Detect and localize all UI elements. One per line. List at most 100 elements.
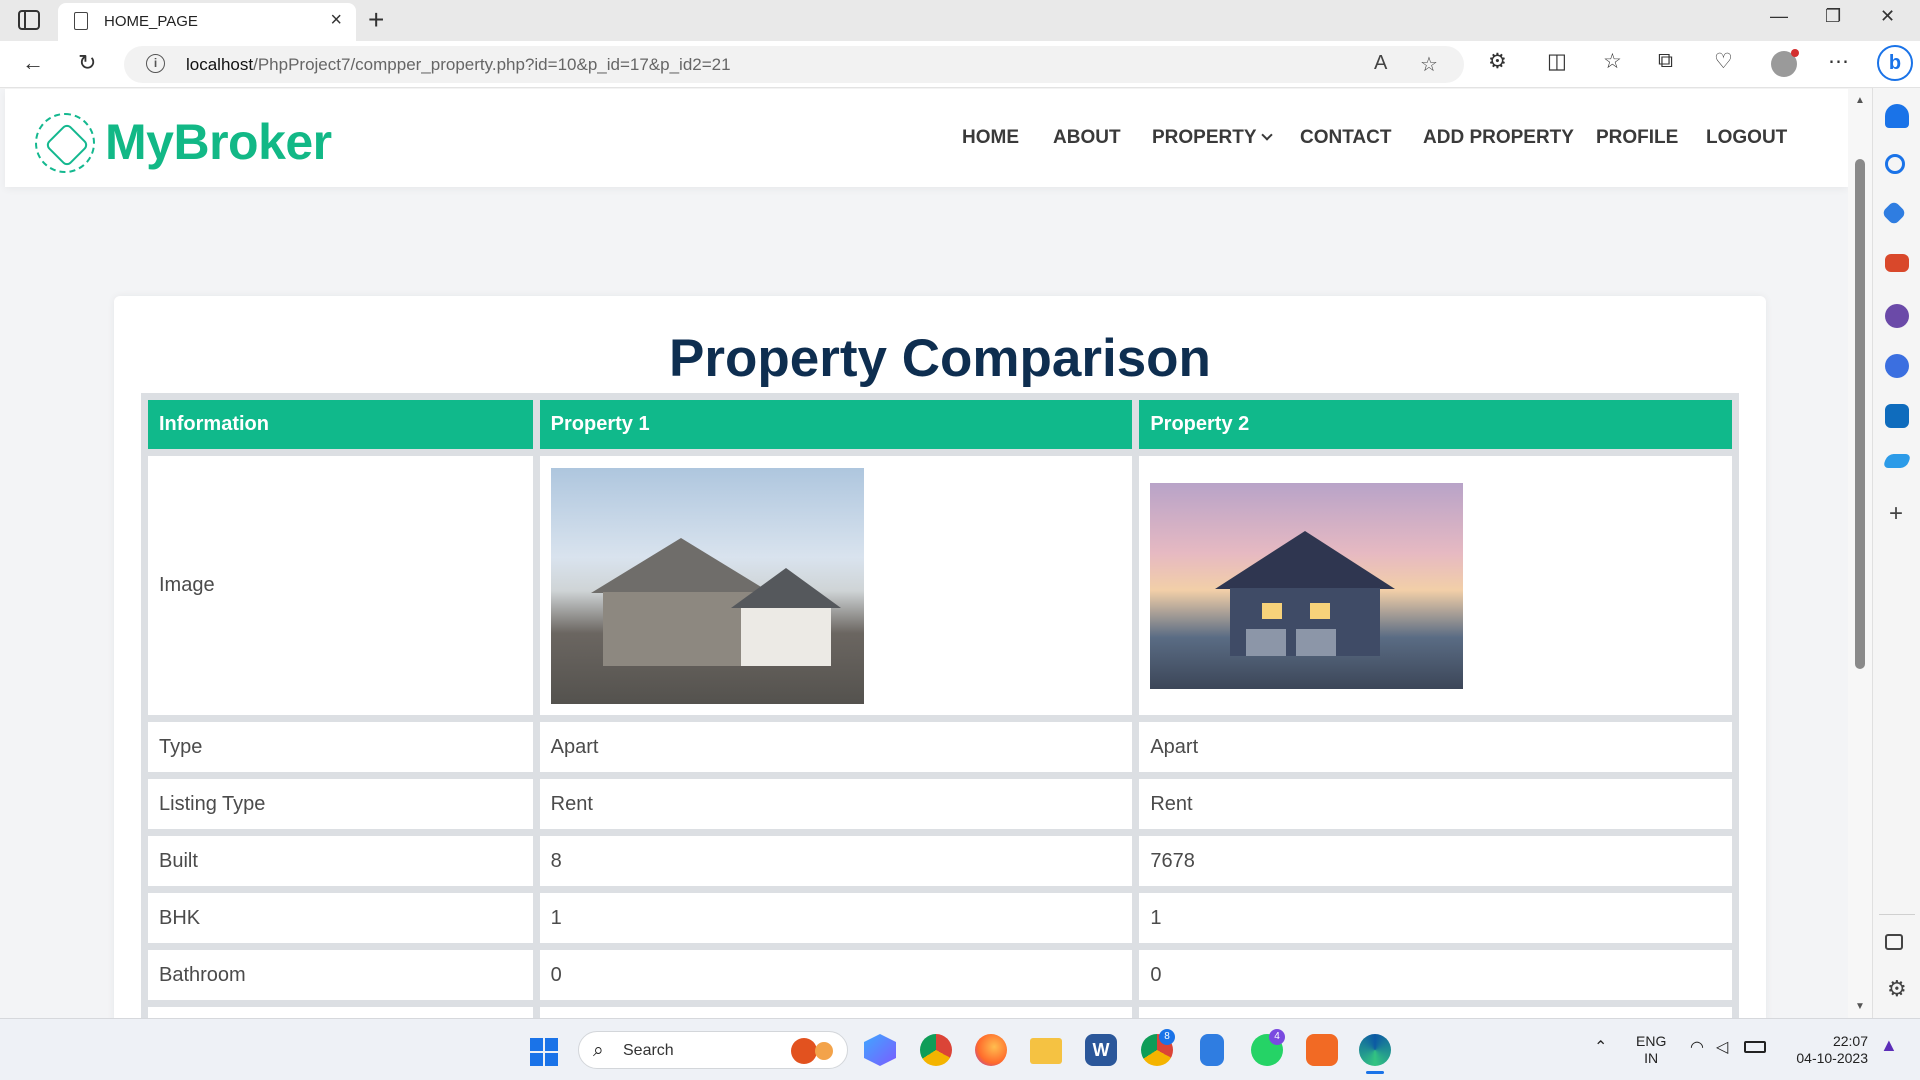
browser-essentials-icon[interactable]: ♡ bbox=[1714, 49, 1733, 74]
extensions-icon[interactable]: ⚙ bbox=[1488, 49, 1507, 74]
file-explorer-icon[interactable] bbox=[1030, 1038, 1062, 1064]
language-code: ENG bbox=[1636, 1033, 1667, 1049]
header-information: Information bbox=[148, 400, 533, 449]
property-2-photo[interactable] bbox=[1150, 482, 1464, 689]
nav-contact[interactable]: CONTACT bbox=[1300, 127, 1391, 149]
url-text[interactable]: localhost/PhpProject7/compper_property.p… bbox=[186, 55, 731, 75]
games-icon[interactable] bbox=[1885, 304, 1909, 328]
xampp-icon[interactable] bbox=[1306, 1034, 1338, 1066]
comparison-table: Information Property 1 Property 2 Image bbox=[141, 393, 1739, 1018]
language-indicator[interactable]: ENG IN bbox=[1636, 1033, 1666, 1067]
nav-property[interactable]: PROPERTY bbox=[1152, 127, 1273, 149]
outlook-icon[interactable] bbox=[1885, 404, 1909, 428]
add-sidebar-icon[interactable]: + bbox=[1889, 500, 1903, 528]
more-options-icon[interactable]: ⋯ bbox=[1828, 49, 1849, 74]
tools-icon[interactable] bbox=[1885, 254, 1909, 272]
nav-about[interactable]: ABOUT bbox=[1053, 127, 1121, 149]
whatsapp-badge: 4 bbox=[1269, 1029, 1285, 1045]
edge-icon[interactable] bbox=[1359, 1034, 1391, 1066]
favorite-star-icon[interactable]: ☆ bbox=[1420, 52, 1438, 77]
notification-bell-icon[interactable]: ▲ bbox=[1880, 1036, 1898, 1054]
volume-icon[interactable]: ◁ bbox=[1716, 1039, 1728, 1056]
address-bar[interactable]: i localhost/PhpProject7/compper_property… bbox=[124, 46, 1464, 83]
close-window-icon[interactable]: ✕ bbox=[1880, 6, 1895, 27]
shopping-tag-icon[interactable] bbox=[1881, 200, 1907, 226]
row-label: Built bbox=[148, 836, 533, 886]
header-property-2: Property 2 bbox=[1139, 400, 1732, 449]
table-row: BHK 1 1 bbox=[148, 893, 1732, 943]
page-title: Property Comparison bbox=[669, 329, 1211, 388]
clock-date: 04-10-2023 bbox=[1796, 1050, 1868, 1066]
property-2-value: 0 bbox=[1139, 950, 1732, 1000]
property-1-value: 8 bbox=[539, 836, 1133, 886]
app-hex-icon[interactable] bbox=[864, 1034, 896, 1066]
lit-window-shape bbox=[1262, 602, 1283, 619]
tab-actions-icon[interactable] bbox=[18, 10, 40, 30]
nav-logout[interactable]: LOGOUT bbox=[1706, 127, 1787, 149]
windows-taskbar: ⌕ Search W 8 4 ⌃ ENG IN ◠ ◁ 22:07 04-10-… bbox=[0, 1018, 1920, 1080]
active-app-indicator bbox=[1366, 1071, 1384, 1074]
read-aloud-icon[interactable]: A bbox=[1374, 52, 1387, 75]
tab-title: HOME_PAGE bbox=[104, 13, 198, 30]
page-icon bbox=[74, 12, 88, 30]
page-scrollbar[interactable]: ▲ ▼ bbox=[1848, 89, 1872, 1018]
wifi-icon[interactable]: ◠ bbox=[1690, 1039, 1704, 1056]
word-icon[interactable]: W bbox=[1085, 1034, 1117, 1066]
property-2-value: 1 bbox=[1139, 893, 1732, 943]
table-row bbox=[148, 1007, 1732, 1018]
search-highlight-icon bbox=[791, 1038, 817, 1064]
sidebar-divider bbox=[1879, 914, 1915, 915]
scroll-down-arrow-icon[interactable]: ▼ bbox=[1855, 1001, 1865, 1012]
lit-window-shape bbox=[1310, 602, 1331, 619]
property-2-value: Apart bbox=[1139, 722, 1732, 772]
favorites-icon[interactable]: ☆ bbox=[1603, 49, 1622, 74]
send-icon[interactable] bbox=[1882, 454, 1912, 468]
back-icon[interactable]: ← bbox=[22, 50, 44, 76]
close-tab-icon[interactable]: × bbox=[330, 9, 342, 32]
table-header-row: Information Property 1 Property 2 bbox=[148, 400, 1732, 449]
handshake-logo-icon[interactable] bbox=[35, 113, 95, 173]
collections-icon[interactable]: ⧉ bbox=[1658, 49, 1673, 73]
browser-tab[interactable]: HOME_PAGE × bbox=[58, 3, 356, 41]
hide-sidebar-icon[interactable] bbox=[1885, 934, 1903, 950]
table-row: Image bbox=[148, 456, 1732, 715]
house-roof-shape bbox=[730, 567, 841, 608]
property-1-value bbox=[539, 1007, 1133, 1018]
show-hidden-icons-chevron[interactable]: ⌃ bbox=[1594, 1039, 1607, 1056]
nav-add-property[interactable]: ADD PROPERTY bbox=[1423, 127, 1574, 149]
property-2-image-cell bbox=[1139, 456, 1732, 715]
language-region: IN bbox=[1644, 1050, 1659, 1066]
row-label: Listing Type bbox=[148, 779, 533, 829]
table-row: Built 8 7678 bbox=[148, 836, 1732, 886]
settings-gear-icon[interactable]: ⚙ bbox=[1887, 976, 1907, 1002]
search-icon[interactable] bbox=[1885, 154, 1905, 174]
scroll-thumb[interactable] bbox=[1855, 159, 1865, 669]
refresh-icon[interactable]: ↻ bbox=[78, 50, 96, 76]
battery-icon[interactable] bbox=[1744, 1041, 1766, 1053]
notepad-icon[interactable] bbox=[1200, 1034, 1224, 1066]
split-screen-icon[interactable]: ◫ bbox=[1547, 49, 1567, 74]
bell-icon[interactable] bbox=[1885, 104, 1909, 128]
nav-home[interactable]: HOME bbox=[962, 127, 1019, 149]
table-row: Type Apart Apart bbox=[148, 722, 1732, 772]
firefox-icon[interactable] bbox=[975, 1034, 1007, 1066]
taskbar-search[interactable]: ⌕ Search bbox=[578, 1031, 848, 1069]
windows-start-icon[interactable] bbox=[530, 1038, 558, 1066]
clock[interactable]: 22:07 04-10-2023 bbox=[1784, 1033, 1868, 1067]
site-logo-text[interactable]: MyBroker bbox=[105, 113, 332, 171]
browser-toolbar: ← ↻ i localhost/PhpProject7/compper_prop… bbox=[0, 41, 1920, 88]
property-1-photo[interactable] bbox=[550, 467, 864, 704]
chrome-icon[interactable] bbox=[920, 1034, 952, 1066]
restore-icon[interactable]: ❐ bbox=[1825, 6, 1841, 27]
table-row: Bathroom 0 0 bbox=[148, 950, 1732, 1000]
header-property-1: Property 1 bbox=[539, 400, 1133, 449]
copilot-icon[interactable]: b bbox=[1877, 45, 1913, 81]
site-info-icon[interactable]: i bbox=[146, 54, 165, 73]
scroll-up-arrow-icon[interactable]: ▲ bbox=[1855, 95, 1865, 106]
minimize-icon[interactable]: — bbox=[1770, 6, 1788, 27]
property-1-value: Rent bbox=[539, 779, 1133, 829]
house-body-shape bbox=[740, 607, 831, 666]
nav-profile[interactable]: PROFILE bbox=[1596, 127, 1678, 149]
office-icon[interactable] bbox=[1885, 354, 1909, 378]
new-tab-icon[interactable]: + bbox=[368, 4, 384, 36]
